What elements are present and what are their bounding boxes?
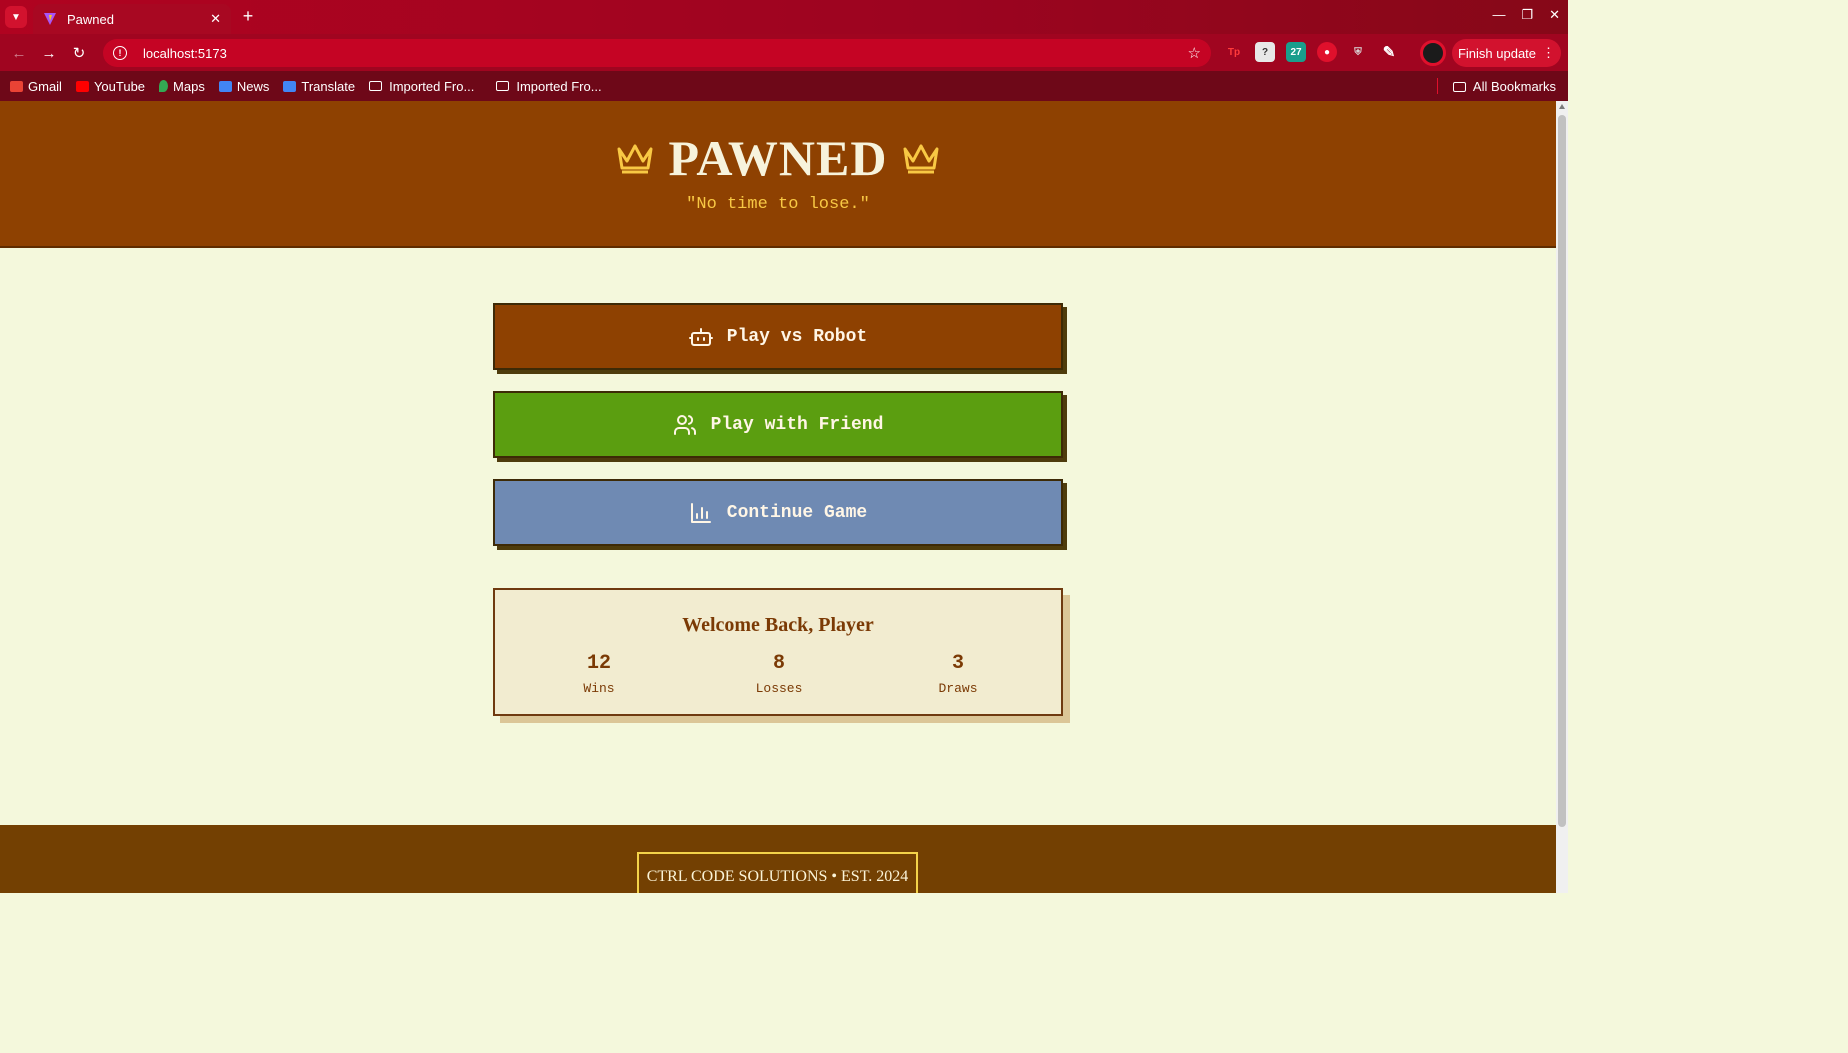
page-content: PAWNED "No time to lose." Play vs Robot … [0, 101, 1556, 893]
profile-avatar[interactable] [1420, 40, 1446, 66]
extension-tp-icon[interactable]: Tp [1224, 42, 1244, 62]
bookmark-news[interactable]: News [218, 78, 270, 94]
users-icon [673, 414, 696, 435]
gmail-icon [10, 80, 23, 92]
news-icon [218, 80, 232, 92]
stat-value: 12 [586, 652, 611, 675]
hero-title-row: PAWNED [0, 129, 1556, 187]
hero-header: PAWNED "No time to lose." [0, 101, 1556, 248]
extension-help-icon[interactable]: ? [1255, 42, 1275, 62]
close-icon[interactable]: ✕ [210, 11, 221, 27]
translate-icon [283, 80, 297, 92]
scrollbar-thumb[interactable] [1558, 115, 1566, 827]
more-vert-icon: ⋮ [1542, 45, 1556, 60]
url-text: localhost:5173 [143, 45, 227, 61]
all-bookmarks-button[interactable]: All Bookmarks [1452, 79, 1556, 94]
tab-pawned[interactable]: Pawned ✕ [33, 4, 231, 34]
all-bookmarks-label: All Bookmarks [1472, 79, 1556, 94]
crown-icon [903, 144, 939, 174]
bookmark-youtube[interactable]: YouTube [75, 78, 146, 94]
stat-label: Losses [755, 681, 803, 696]
stat-label: Wins [583, 681, 615, 696]
page-scrollbar[interactable] [1556, 101, 1568, 893]
bookmark-translate[interactable]: Translate [283, 79, 355, 94]
folder-icon [369, 81, 383, 91]
window-close-icon[interactable]: ✕ [1549, 7, 1560, 23]
bookmark-label: Translate [301, 78, 356, 94]
bookmark-label: YouTube [93, 78, 146, 94]
bookmark-label: Gmail [28, 78, 62, 94]
stat-label: Draws [938, 681, 978, 696]
tagline: "No time to lose." [686, 195, 870, 214]
forward-button[interactable]: → [38, 42, 60, 64]
extension-record-icon[interactable]: ● [1317, 42, 1337, 62]
robot-icon [688, 327, 713, 346]
scroll-up-arrow-icon[interactable] [1559, 104, 1565, 109]
extension-icons: Tp ? 27 ● ⛨ ✎ [1224, 42, 1399, 62]
footer-credit: CTRL CODE SOLUTIONS • EST. 2024 [637, 852, 918, 893]
play-vs-robot-label: Play vs Robot [726, 326, 868, 347]
back-button[interactable]: ← [8, 42, 30, 64]
bookmark-label: Maps [173, 78, 205, 94]
play-with-friend-label: Play with Friend [710, 414, 884, 435]
site-info-icon[interactable]: ! [113, 46, 127, 60]
reload-button[interactable]: ↻ [68, 42, 90, 64]
bookmarks-bar: Gmail YouTube Maps News Translate Import… [0, 71, 1568, 101]
crown-icon [617, 144, 653, 174]
chevron-down-icon: ▼ [11, 11, 21, 23]
vite-favicon-icon [44, 13, 56, 25]
restore-icon[interactable]: ❐ [1521, 7, 1533, 23]
stat-draws: 3 Draws [888, 652, 1028, 696]
play-with-friend-button[interactable]: Play with Friend [493, 391, 1063, 458]
folder-icon [1452, 81, 1466, 92]
tab-search-button[interactable]: ▼ [5, 6, 27, 28]
stat-value: 8 [772, 652, 785, 675]
toolbar: ← → ↻ ! localhost:5173 ☆ Tp ? 27 ● ⛨ ✎ F… [0, 34, 1568, 71]
finish-update-label: Finish update [1457, 45, 1537, 61]
tab-title: Pawned [67, 11, 114, 27]
bookmark-label: News [236, 78, 270, 94]
bookmarks-divider [1437, 78, 1438, 94]
stat-losses: 8 Losses [709, 652, 849, 696]
footer: CTRL CODE SOLUTIONS • EST. 2024 [0, 825, 1556, 893]
continue-game-label: Continue Game [726, 502, 868, 523]
folder-icon [496, 81, 510, 91]
bookmark-gmail[interactable]: Gmail [10, 79, 62, 94]
page-title: PAWNED [668, 130, 888, 186]
stat-value: 3 [951, 652, 964, 675]
bookmark-folder-imported-1[interactable]: Imported Fro... [369, 79, 474, 94]
address-bar[interactable]: ! localhost:5173 ☆ [103, 39, 1211, 67]
new-tab-button[interactable]: + [238, 5, 258, 27]
extensions-puzzle-icon[interactable]: ✎ [1379, 42, 1399, 62]
youtube-icon [75, 80, 89, 92]
stats-title: Welcome Back, Player [682, 614, 874, 636]
minimize-icon[interactable]: — [1492, 7, 1505, 23]
bookmark-star-icon[interactable]: ☆ [1188, 44, 1201, 62]
maps-pin-icon [159, 80, 169, 92]
continue-game-button[interactable]: Continue Game [493, 479, 1063, 546]
bar-chart-icon [690, 502, 711, 523]
stats-card: Welcome Back, Player 12 Wins 8 Losses 3 … [493, 588, 1063, 716]
window-controls: — ❐ ✕ [1492, 7, 1560, 23]
tab-strip: ▼ Pawned ✕ + — ❐ ✕ [0, 0, 1568, 34]
extension-calendar-icon[interactable]: 27 [1286, 42, 1306, 62]
bookmark-label: Imported Fro... [389, 78, 475, 94]
bookmark-maps[interactable]: Maps [159, 79, 205, 94]
bookmark-label: Imported Fro... [516, 78, 602, 94]
extension-shield-icon[interactable]: ⛨ [1348, 42, 1368, 62]
browser-chrome: ▼ Pawned ✕ + — ❐ ✕ ← → ↻ ! localhost:517… [0, 0, 1568, 101]
play-vs-robot-button[interactable]: Play vs Robot [493, 303, 1063, 370]
bookmark-folder-imported-2[interactable]: Imported Fro... [496, 78, 602, 94]
stat-wins: 12 Wins [529, 652, 669, 696]
finish-update-button[interactable]: Finish update ⋮ [1452, 39, 1561, 67]
